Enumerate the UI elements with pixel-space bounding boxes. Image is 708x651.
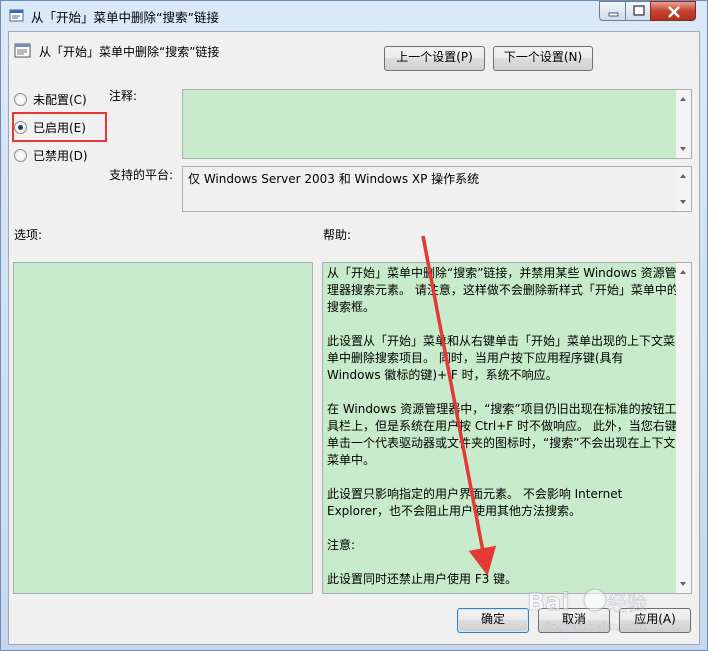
policy-icon	[9, 8, 25, 24]
dialog-window: 从「开始」菜单中删除“搜索”链接 从「开始」菜单中删除“搜索”链接 上一个设置(…	[0, 0, 708, 651]
maximize-button[interactable]	[625, 1, 651, 21]
svg-text:Bai: Bai	[527, 588, 570, 616]
svg-text:jingyan.baidu.com: jingyan.baidu.com	[544, 620, 647, 633]
ok-button[interactable]: 确定	[457, 608, 529, 633]
dialog-body: 从「开始」菜单中删除“搜索”链接 上一个设置(P) 下一个设置(N) 未配置(C…	[8, 31, 700, 645]
close-button[interactable]	[650, 1, 696, 21]
baidu-watermark: Bai 经验 jingyan.baidu.com	[525, 584, 695, 639]
svg-text:经验: 经验	[607, 591, 647, 615]
minimize-button[interactable]	[599, 1, 626, 21]
annotation-arrow	[421, 235, 497, 576]
title-bar[interactable]: 从「开始」菜单中删除“搜索”链接	[1, 1, 707, 31]
window-title: 从「开始」菜单中删除“搜索”链接	[31, 10, 219, 25]
